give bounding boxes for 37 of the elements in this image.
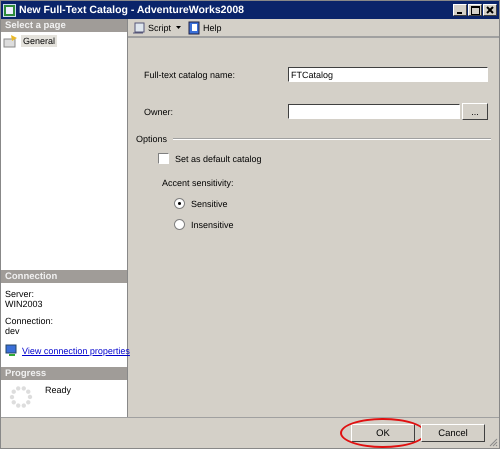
radio-label: Insensitive [191, 220, 234, 230]
spinner-icon [9, 385, 33, 409]
toolbar-button[interactable]: Script [132, 20, 182, 34]
section-header: Connection [1, 270, 127, 283]
dialog-button[interactable]: OK [351, 424, 415, 442]
owner-field[interactable] [288, 104, 460, 119]
computer-icon [5, 344, 19, 357]
dialog-button[interactable]: Cancel [421, 424, 485, 442]
browse-button[interactable]: ... [462, 103, 488, 120]
section-header: Select a page [1, 19, 127, 32]
options-header: Options [136, 134, 168, 144]
maximize-button[interactable] [468, 4, 482, 16]
window-title: New Full-Text Catalog - AdventureWorks2008 [19, 4, 246, 16]
page-item[interactable]: General [21, 35, 58, 47]
section-header: Progress [1, 367, 127, 380]
connection-properties-link[interactable]: View connection properties [22, 346, 130, 356]
maximize-icon [470, 6, 480, 14]
server-label: Server: [5, 289, 34, 299]
connection-label: Connection: [5, 316, 54, 326]
help-book-icon [187, 20, 202, 34]
close-button[interactable] [483, 4, 497, 16]
app-icon [3, 4, 16, 16]
accent-label: Accent sensitivity: [162, 178, 235, 188]
checkbox[interactable] [158, 153, 169, 164]
checkbox-label: Set as default catalog [175, 154, 262, 164]
close-icon [486, 6, 494, 14]
minimize-button[interactable] [453, 4, 467, 16]
toolbar-button[interactable]: Help [187, 20, 222, 34]
server-value: WIN2003 [5, 299, 43, 309]
connection-value: dev [5, 326, 20, 336]
progress-status: Ready [45, 385, 72, 395]
radio-button[interactable] [174, 219, 185, 230]
catalog-name-field[interactable]: FTCatalog [288, 67, 488, 82]
field-label: Full-text catalog name: [144, 70, 236, 80]
radio-label: Sensitive [191, 198, 228, 208]
radio-button[interactable] [174, 198, 185, 209]
field-label: Owner: [144, 106, 174, 116]
